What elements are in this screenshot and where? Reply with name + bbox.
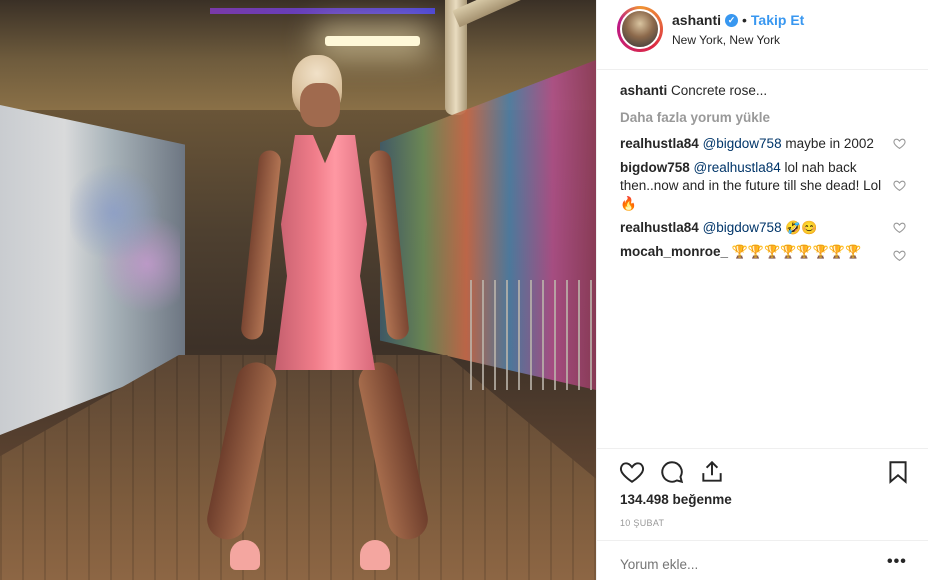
photo-ceiling-light [325,36,420,46]
caption-username[interactable]: ashanti [620,83,667,98]
comment-icon[interactable] [659,459,685,485]
post-side-panel: ashanti ✓ • Takip Et New York, New York … [596,0,928,580]
comment-text: 🏆🏆🏆🏆🏆🏆🏆🏆 [728,244,862,259]
comment-mention[interactable]: @realhustla84 [694,160,781,175]
photo-arm-right [368,149,410,341]
caption: ashanti Concrete rose... [620,82,910,100]
follow-button[interactable]: Takip Et [751,12,804,28]
comment-mention[interactable]: @bigdow758 [703,136,782,151]
photo-person [203,55,432,575]
more-icon[interactable]: ••• [887,553,907,571]
location-link[interactable]: New York, New York [672,33,780,47]
heart-icon[interactable] [619,459,645,485]
photo-shoe-right [360,540,390,570]
separator-dot: • [742,12,747,28]
comment-like-icon[interactable] [893,221,906,234]
post-date[interactable]: 10 ŞUBAT [620,518,664,528]
post-photo[interactable] [0,0,596,580]
verified-icon: ✓ [725,13,739,27]
comment-mention[interactable]: @bigdow758 [703,220,782,235]
photo-fence [470,280,596,390]
likes-count[interactable]: 134.498 beğenme [620,492,732,507]
photo-arm-left [240,149,282,341]
user-line: ashanti ✓ • Takip Et [672,12,804,28]
comment-like-icon[interactable] [893,179,906,192]
comment-username[interactable]: bigdow758 [620,160,690,175]
story-ring[interactable] [617,6,663,52]
avatar[interactable] [620,9,660,49]
comment-like-icon[interactable] [893,137,906,150]
bookmark-icon[interactable] [885,459,911,485]
photo-shoe-left [230,540,260,570]
comment-text: maybe in 2002 [781,136,874,151]
photo-top-stripe [210,8,435,14]
comment-username[interactable]: mocah_monroe_ [620,244,728,259]
share-icon[interactable] [699,459,725,485]
load-more-comments-button[interactable]: Daha fazla yorum yükle [620,110,910,125]
comment-item: bigdow758 @realhustla84 lol nah back the… [620,159,910,213]
photo-graffiti-left [70,145,180,315]
comment-input[interactable] [620,557,860,572]
comments-section: ashanti Concrete rose... Daha fazla yoru… [620,82,910,267]
comment-item: realhustla84 @bigdow758 🤣😊 [620,219,910,237]
photo-dress [275,135,375,370]
post-header: ashanti ✓ • Takip Et New York, New York [597,0,928,70]
username-link[interactable]: ashanti [672,12,721,28]
comment-username[interactable]: realhustla84 [620,136,699,151]
comment-like-icon[interactable] [893,249,906,262]
comment-username[interactable]: realhustla84 [620,220,699,235]
photo-face [300,83,340,127]
caption-text: Concrete rose... [671,83,768,98]
comment-text: 🤣😊 [781,220,818,235]
comment-item: mocah_monroe_ 🏆🏆🏆🏆🏆🏆🏆🏆 [620,243,910,262]
add-comment-bar: ••• [597,540,928,586]
comment-item: realhustla84 @bigdow758 maybe in 2002 [620,135,910,153]
post-actions [597,448,928,494]
